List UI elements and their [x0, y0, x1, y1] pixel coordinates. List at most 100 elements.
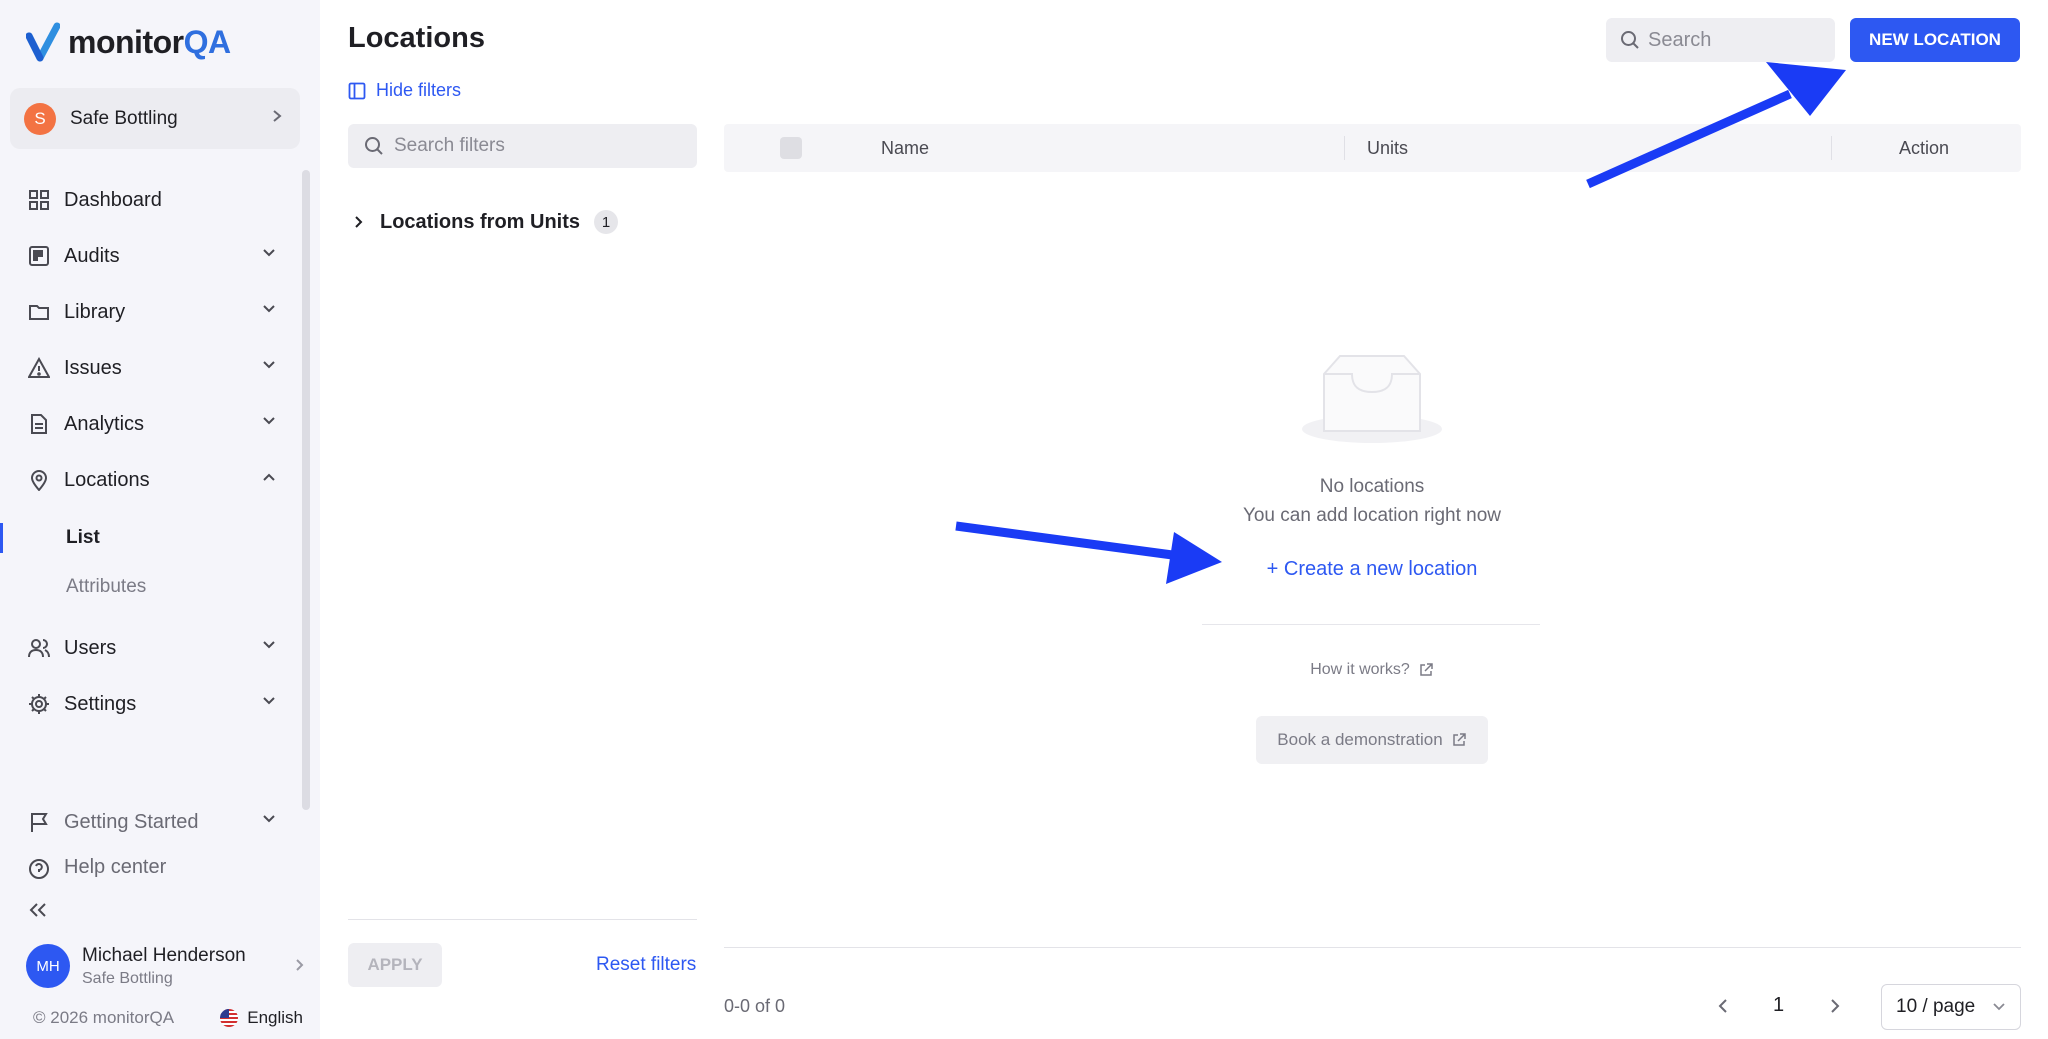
new-location-button[interactable]: NEW LOCATION [1850, 18, 2020, 62]
avatar: MH [26, 944, 70, 988]
sidebar-item-label: Locations [64, 468, 150, 491]
sidebar-item-getting-started[interactable]: Getting Started [0, 798, 300, 846]
folder-icon [26, 299, 52, 325]
chevron-down-icon [263, 249, 275, 257]
sidebar-item-help-center[interactable]: Help center [0, 852, 300, 882]
chevron-right-icon [355, 216, 363, 228]
filter-group-label: Locations from Units [380, 210, 581, 233]
organization-avatar: S [24, 102, 56, 135]
create-location-label: + Create a new location [1266, 558, 1478, 580]
user-name: Michael Henderson [82, 944, 246, 966]
chevron-down-icon [263, 815, 275, 823]
empty-state-subtitle: You can add location right now [1242, 505, 1502, 526]
sidebar-item-label: Dashboard [64, 188, 162, 211]
sidebar-subitem-attributes[interactable]: Attributes [0, 567, 300, 607]
sidebar-item-analytics[interactable]: Analytics [0, 400, 300, 448]
language-label: English [247, 1008, 303, 1027]
create-location-link[interactable]: + Create a new location [1100, 558, 1644, 581]
sidebar-item-label: Settings [64, 692, 137, 715]
sidebar-panel-icon [348, 82, 366, 99]
hide-filters-toggle[interactable]: Hide filters [348, 80, 461, 101]
filter-group-locations-from-units[interactable]: Locations from Units 1 [352, 210, 619, 234]
chevron-down-icon [263, 305, 275, 313]
empty-inbox-icon [1302, 355, 1442, 443]
chevron-down-icon [263, 417, 275, 425]
sidebar-item-label: Audits [64, 244, 120, 267]
filter-count-badge: 1 [594, 210, 619, 234]
sidebar-footer: © 2026 monitorQA English [33, 1008, 303, 1028]
chevron-down-icon [263, 697, 275, 705]
select-all-checkbox[interactable] [780, 137, 802, 159]
how-it-works-label: How it works? [1310, 661, 1410, 678]
gear-icon [26, 691, 52, 717]
sidebar-subitem-list[interactable]: List [0, 518, 300, 558]
page-size-value: 10 / page [1896, 996, 1976, 1017]
pagination-current-page[interactable]: 1 [1773, 994, 1784, 1017]
external-link-icon [1420, 663, 1433, 676]
sidebar-item-issues[interactable]: Issues [0, 344, 300, 392]
search-box[interactable] [1606, 18, 1835, 62]
filter-search-box[interactable] [348, 124, 697, 168]
search-icon [365, 137, 383, 155]
table-footer-divider [724, 947, 2021, 948]
external-link-icon [1452, 733, 1466, 746]
apply-filters-button[interactable]: APPLY [348, 943, 442, 987]
map-pin-icon [26, 467, 52, 493]
user-organization: Safe Bottling [82, 969, 173, 987]
page-size-select[interactable]: 10 / page [1881, 984, 2021, 1030]
sidebar-item-users[interactable]: Users [0, 624, 300, 672]
sidebar-item-locations[interactable]: Locations [0, 456, 300, 504]
flag-icon [26, 809, 52, 835]
column-header-units[interactable]: Units [1367, 138, 1408, 159]
table-header: Name Units Action [724, 124, 2021, 172]
us-flag-icon [220, 1009, 239, 1027]
sidebar: monitorQA S Safe Bottling Dashboard Audi… [0, 0, 320, 1039]
audits-icon [26, 243, 52, 269]
copyright-text: © 2026 monitorQA [33, 1008, 175, 1027]
dashboard-icon [26, 187, 52, 213]
filter-search-input[interactable] [394, 135, 684, 157]
column-divider [1344, 136, 1345, 160]
warning-icon [26, 355, 52, 381]
sidebar-item-library[interactable]: Library [0, 288, 300, 336]
document-icon [26, 411, 52, 437]
pagination-range: 0-0 of 0 [724, 996, 786, 1016]
sidebar-scrollbar[interactable] [302, 170, 310, 810]
column-divider [1831, 136, 1832, 160]
brand-logo[interactable]: monitorQA [26, 22, 231, 62]
user-profile[interactable]: MH Michael Henderson Safe Bottling [26, 938, 306, 994]
sidebar-item-label: Users [64, 636, 117, 659]
sidebar-item-label: Analytics [64, 412, 145, 435]
sidebar-item-dashboard[interactable]: Dashboard [0, 176, 300, 224]
chevron-right-icon [273, 110, 282, 122]
chevron-down-icon [263, 361, 275, 369]
chevron-down-icon [1993, 1003, 2005, 1011]
users-icon [26, 635, 52, 661]
search-input[interactable] [1648, 28, 1818, 52]
sidebar-item-audits[interactable]: Audits [0, 232, 300, 280]
search-icon [1621, 31, 1639, 49]
how-it-works-link[interactable]: How it works? [1100, 661, 1644, 679]
help-icon [26, 856, 52, 882]
chevron-up-icon [263, 473, 275, 481]
book-demonstration-label: Book a demonstration [1277, 730, 1443, 749]
organization-name: Safe Bottling [70, 107, 178, 129]
chevron-down-icon [263, 641, 275, 649]
sidebar-item-label: Getting Started [64, 810, 199, 833]
sidebar-item-label: Issues [64, 356, 122, 379]
collapse-sidebar-icon[interactable] [28, 898, 48, 926]
column-header-name[interactable]: Name [881, 138, 929, 159]
sidebar-item-settings[interactable]: Settings [0, 680, 300, 728]
reset-filters-link[interactable]: Reset filters [596, 954, 696, 976]
chevron-right-icon[interactable] [1826, 996, 1844, 1016]
book-demonstration-button[interactable]: Book a demonstration [1256, 716, 1488, 764]
empty-state-title: No locations [1319, 476, 1425, 497]
chevron-left-icon[interactable] [1714, 996, 1732, 1016]
filter-divider [348, 919, 697, 920]
empty-state-divider [1202, 624, 1540, 625]
language-selector[interactable]: English [219, 1008, 303, 1028]
brand-name: monitorQA [68, 23, 231, 60]
sidebar-item-label: Library [64, 300, 126, 323]
organization-switcher[interactable]: S Safe Bottling [10, 88, 300, 149]
column-header-action: Action [1899, 138, 1950, 158]
